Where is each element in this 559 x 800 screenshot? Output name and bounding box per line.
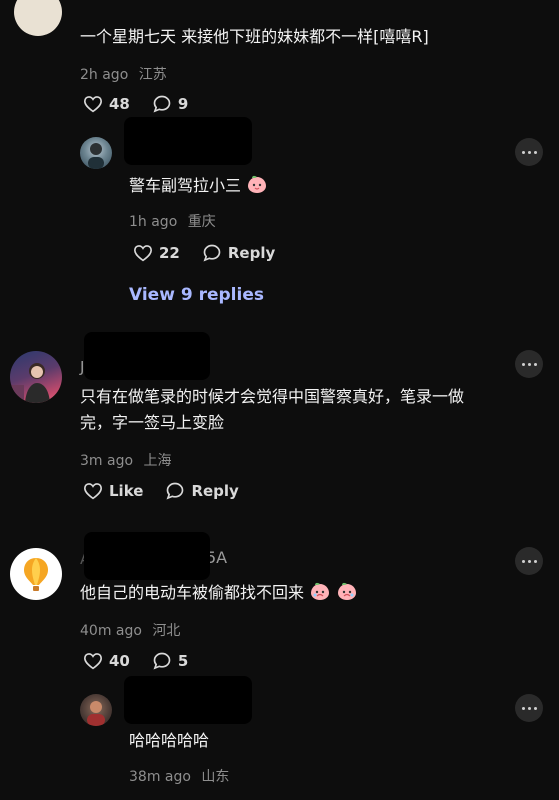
redacted-username: [124, 117, 252, 165]
peach-emoji: [311, 582, 330, 600]
more-options-button[interactable]: [515, 547, 543, 575]
comment-bubble-icon: [153, 95, 171, 113]
comment-2-text: 只有在做笔录的时候才会觉得中国警察真好，笔录一做 完，字一签马上变脸: [80, 384, 550, 436]
reply-1-text-content: 警车副驾拉小三: [129, 176, 242, 195]
reply-1-location: 重庆: [187, 214, 216, 230]
like-button[interactable]: 40: [83, 652, 130, 670]
comment-2-text-line2: 完，字一签马上变脸: [80, 413, 225, 432]
avatar-reply-1[interactable]: [80, 137, 112, 169]
avatar-commenter-2[interactable]: [10, 351, 62, 403]
comment-3-location: 河北: [152, 623, 181, 639]
reply-1-actions: 22 Reply: [133, 243, 275, 263]
peach-emoji: [248, 175, 267, 193]
reply-label: Reply: [227, 244, 276, 262]
comment-2-meta: 3m ago 上海: [80, 450, 171, 470]
reply-count: 9: [177, 95, 189, 113]
hot-air-balloon-icon: [24, 558, 48, 591]
reply-3-text: 哈哈哈哈哈: [129, 731, 210, 750]
comment-3-text: 他自己的电动车被偷都找不回来: [80, 580, 358, 606]
heart-icon: [133, 245, 153, 262]
avatar-figure-icon: [87, 701, 105, 726]
reply-button[interactable]: Reply: [202, 243, 275, 263]
reply-1-time: 1h ago: [129, 214, 178, 230]
avatar-figure-icon: [88, 143, 104, 169]
like-button[interactable]: 48: [83, 95, 130, 113]
like-label: Like: [109, 482, 144, 500]
comment-bubble-icon: [153, 652, 171, 670]
comment-2-text-line1: 只有在做笔录的时候才会觉得中国警察真好，笔录一做: [80, 387, 465, 406]
avatar-reply-3[interactable]: [80, 694, 112, 726]
like-count: 40: [109, 652, 130, 670]
redacted-username: [124, 676, 252, 724]
comment-1-meta: 2h ago 江苏: [80, 64, 167, 84]
reply-button[interactable]: Reply: [165, 481, 239, 501]
replies-button[interactable]: 9: [152, 94, 188, 114]
more-options-button[interactable]: [515, 138, 543, 166]
replies-button[interactable]: 5: [152, 651, 188, 671]
avatar-commenter-3[interactable]: [10, 548, 62, 600]
like-count: 22: [159, 244, 180, 262]
reply-3-time: 38m ago: [129, 769, 191, 785]
reply-3-location: 山东: [201, 769, 230, 785]
comment-2-actions: Like Reply: [83, 481, 239, 501]
reply-count: 5: [177, 652, 189, 670]
comment-bubble-icon: [166, 482, 184, 500]
like-button[interactable]: 22: [133, 244, 180, 262]
comment-bubble-icon: [203, 244, 221, 262]
like-button[interactable]: Like: [83, 482, 143, 500]
comment-3-time: 40m ago: [80, 623, 142, 639]
comment-1-actions: 48 9: [83, 94, 188, 114]
comment-1-location: 江苏: [138, 67, 167, 83]
avatar-commenter-1[interactable]: [14, 0, 62, 36]
comment-3-text-content: 他自己的电动车被偷都找不回来: [80, 583, 305, 602]
comment-1-time: 2h ago: [80, 67, 129, 83]
view-replies-link[interactable]: View 9 replies: [129, 285, 264, 305]
comment-1-text: 一个星期七天 来接他下班的妹妹都不一样[嘻嘻R]: [80, 27, 429, 46]
comment-2-location: 上海: [143, 453, 172, 469]
reply-label: Reply: [191, 482, 239, 500]
heart-icon: [83, 653, 103, 670]
peach-emoji: [338, 582, 357, 600]
avatar-figure-icon: [10, 363, 50, 403]
heart-icon: [83, 96, 103, 113]
reply-1-text: 警车副驾拉小三: [129, 173, 268, 199]
like-count: 48: [109, 95, 130, 113]
more-options-button[interactable]: [515, 694, 543, 722]
comment-3-actions: 40 5: [83, 651, 188, 671]
redacted-username: [84, 332, 210, 380]
reply-1-meta: 1h ago 重庆: [129, 211, 216, 231]
comment-3-meta: 40m ago 河北: [80, 620, 180, 640]
more-options-button[interactable]: [515, 350, 543, 378]
redacted-username: [84, 532, 210, 580]
heart-icon: [83, 483, 103, 500]
comment-2-time: 3m ago: [80, 453, 134, 469]
reply-3-meta: 38m ago 山东: [129, 766, 229, 786]
